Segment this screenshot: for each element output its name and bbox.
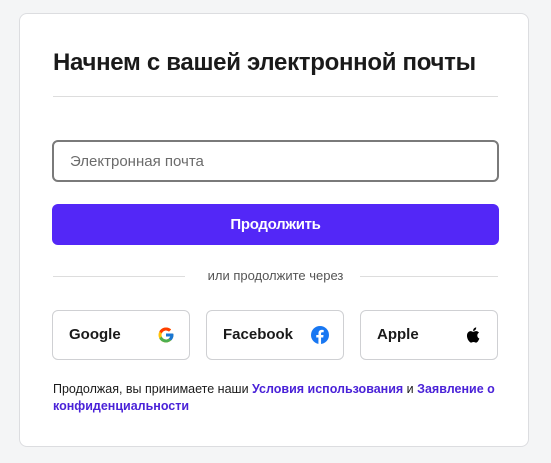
signup-card: Начнем с вашей электронной почты Продолж… — [19, 13, 529, 447]
google-login-button[interactable]: Google — [52, 310, 190, 360]
title-divider — [53, 96, 498, 97]
apple-login-button[interactable]: Apple — [360, 310, 498, 360]
continue-button[interactable]: Продолжить — [52, 204, 499, 245]
or-divider-line-right — [360, 276, 498, 277]
or-divider: или продолжите через — [53, 268, 498, 284]
apple-icon — [465, 326, 483, 344]
email-field[interactable] — [52, 140, 499, 182]
legal-conjunction: и — [403, 382, 418, 396]
facebook-login-button[interactable]: Facebook — [206, 310, 344, 360]
google-icon — [157, 326, 175, 344]
legal-text: Продолжая, вы принимаете наши — [53, 382, 253, 396]
terms-link[interactable]: Условия использования — [252, 382, 403, 396]
facebook-icon — [311, 326, 329, 344]
page-title: Начнем с вашей электронной почты — [53, 49, 476, 76]
legal-notice: Продолжая, вы принимаете наши Условия ис… — [53, 381, 503, 415]
apple-login-label: Apple — [377, 326, 419, 343]
google-login-label: Google — [69, 326, 121, 343]
facebook-login-label: Facebook — [223, 326, 294, 343]
